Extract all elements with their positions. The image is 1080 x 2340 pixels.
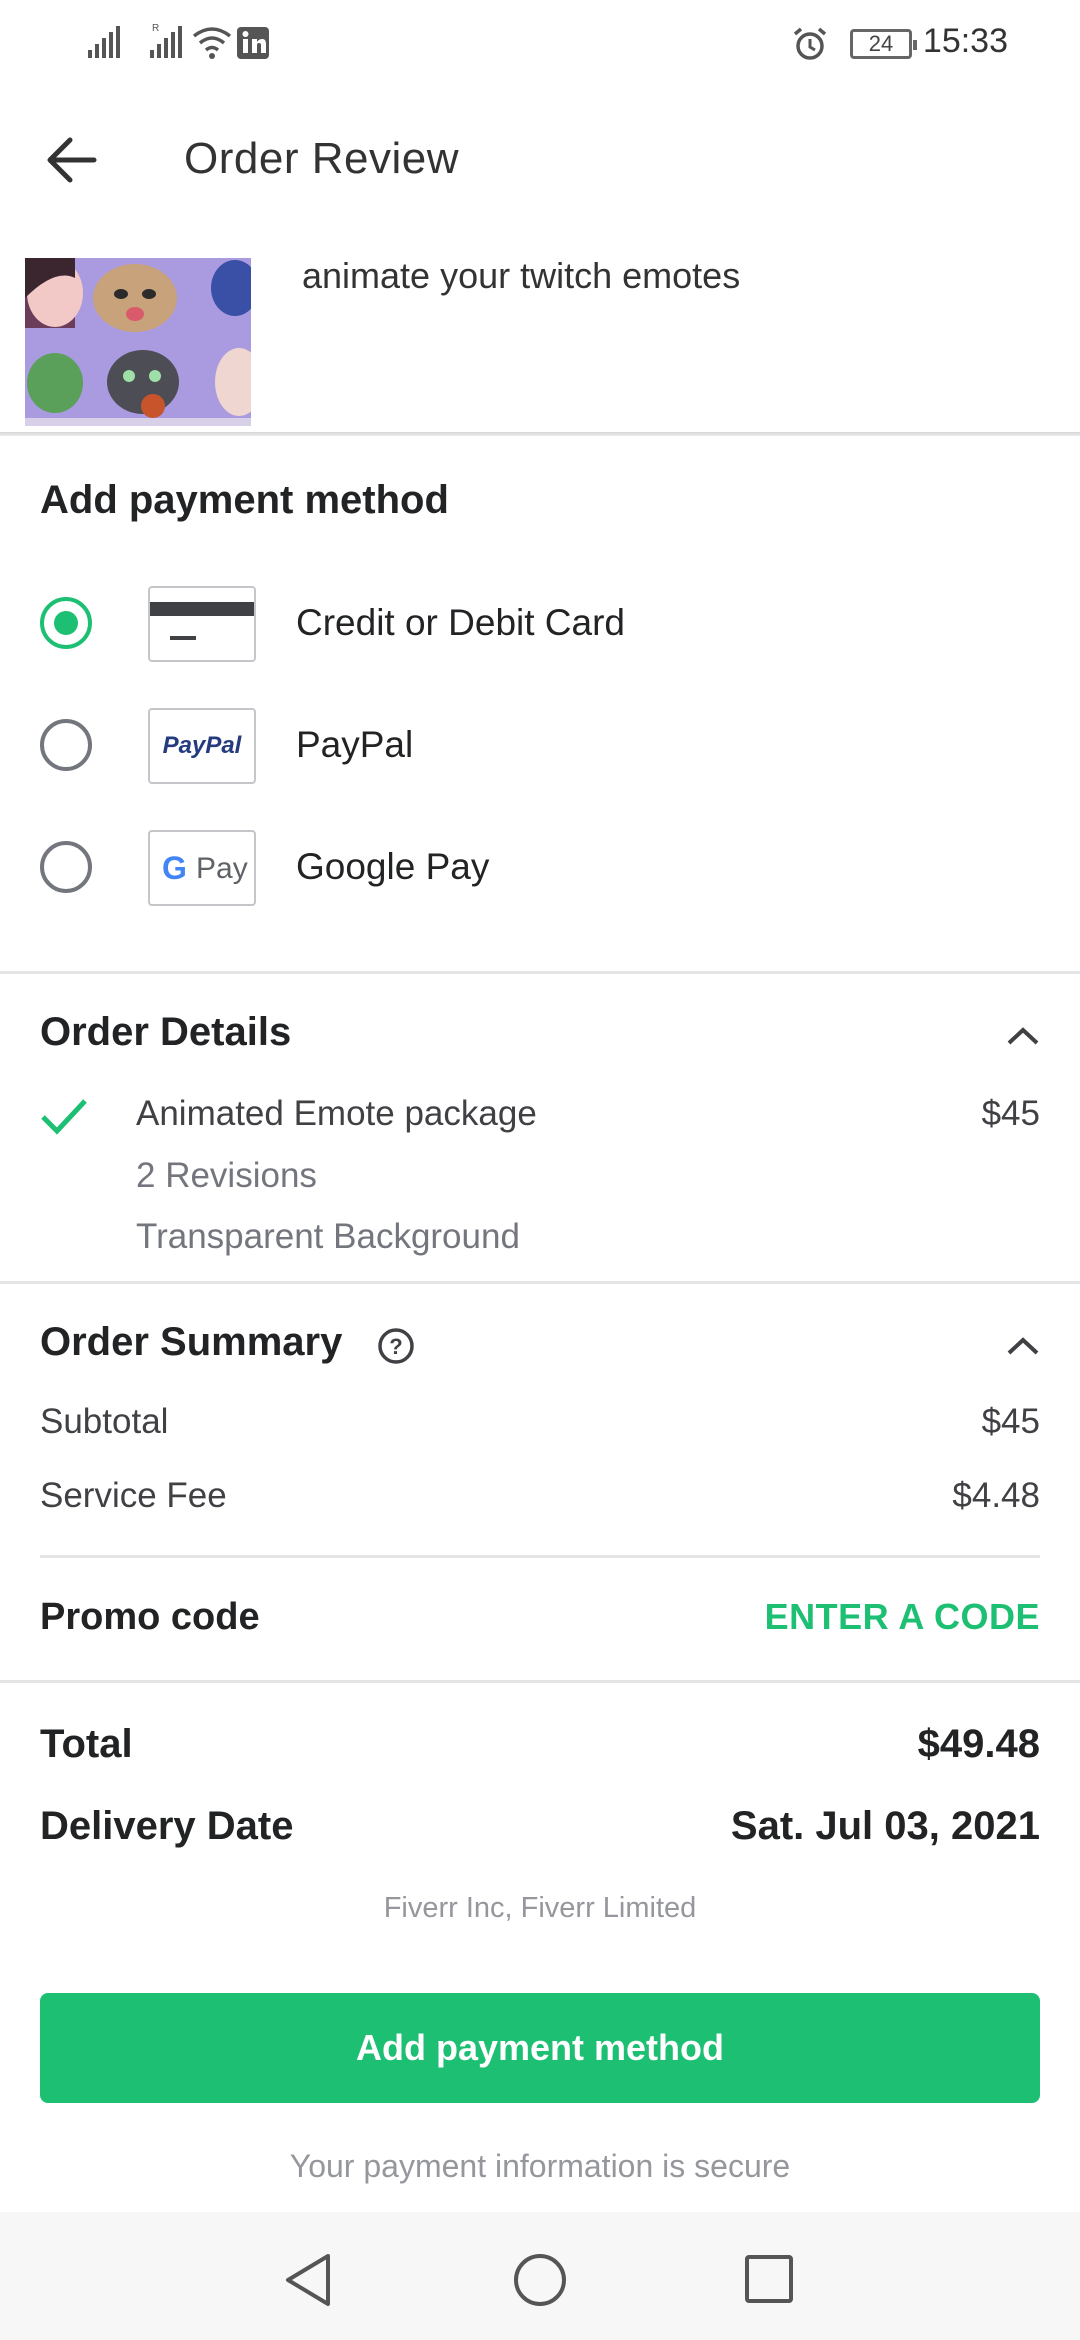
help-icon[interactable]: ? <box>376 1326 416 1366</box>
google-pay-logo: G Pay <box>148 830 256 906</box>
status-bar: R 24 15:33 <box>0 0 1080 90</box>
subtotal-label: Subtotal <box>40 1402 169 1441</box>
payment-option-label: PayPal <box>296 724 414 765</box>
payment-option-card[interactable]: Credit or Debit Card <box>0 576 1080 672</box>
package-price: $45 <box>981 1094 1040 1133</box>
paypal-logo: PayPal <box>148 708 256 784</box>
alarm-icon <box>793 27 827 60</box>
svg-text:R: R <box>152 23 159 34</box>
payment-option-label: Google Pay <box>296 846 490 887</box>
order-details-heading: Order Details <box>40 1010 292 1054</box>
add-payment-method-button[interactable]: Add payment method <box>40 1993 1040 2103</box>
gig-thumbnail <box>25 258 251 426</box>
svg-text:?: ? <box>389 1334 402 1359</box>
signal-roaming-icon: R <box>150 23 182 58</box>
divider <box>0 1281 1080 1284</box>
system-nav-bar <box>0 2212 1080 2340</box>
wifi-icon <box>192 27 232 59</box>
radio-googlepay[interactable] <box>40 841 92 893</box>
package-name: Animated Emote package <box>136 1094 537 1133</box>
battery-level: 24 <box>868 31 894 56</box>
feature-background: Transparent Background <box>136 1217 520 1256</box>
enter-code-link[interactable]: ENTER A CODE <box>765 1596 1040 1638</box>
linkedin-icon <box>237 27 269 59</box>
back-nav-icon[interactable] <box>282 2252 334 2308</box>
battery-icon: 24 <box>850 29 917 59</box>
promo-label: Promo code <box>40 1596 260 1638</box>
paypal-logo-text: PayPal <box>162 732 242 759</box>
chevron-up-icon[interactable] <box>1006 1336 1040 1356</box>
gpay-logo-text: Pay <box>196 852 248 885</box>
chevron-up-icon[interactable] <box>1006 1026 1040 1046</box>
signal-icon <box>88 26 120 58</box>
payment-heading: Add payment method <box>40 478 449 522</box>
order-summary-heading: Order Summary <box>40 1320 343 1364</box>
divider <box>0 1680 1080 1683</box>
check-icon <box>41 1099 87 1135</box>
total-label: Total <box>40 1722 133 1766</box>
payment-option-label: Credit or Debit Card <box>296 602 626 643</box>
gig-title: animate your twitch emotes <box>302 255 741 296</box>
secure-note: Your payment information is secure <box>289 2148 791 2184</box>
google-g-icon: G <box>162 850 187 886</box>
legal-text: Fiverr Inc, Fiverr Limited <box>383 1892 697 1924</box>
divider <box>0 971 1080 974</box>
divider <box>0 432 1080 436</box>
radio-paypal[interactable] <box>40 719 92 771</box>
payment-option-paypal[interactable]: PayPal PayPal <box>0 698 1080 794</box>
payment-option-googlepay[interactable]: G Pay Google Pay <box>0 820 1080 916</box>
delivery-value: Sat. Jul 03, 2021 <box>730 1804 1040 1848</box>
arrow-left-icon[interactable] <box>44 135 98 185</box>
credit-card-icon <box>148 586 256 662</box>
status-time: 15:33 <box>922 22 1008 60</box>
total-value: $49.48 <box>917 1722 1040 1766</box>
service-fee-value: $4.48 <box>952 1476 1040 1515</box>
feature-revisions: 2 Revisions <box>136 1156 317 1195</box>
home-nav-icon[interactable] <box>512 2252 568 2308</box>
delivery-label: Delivery Date <box>40 1804 294 1848</box>
subtotal-value: $45 <box>981 1402 1040 1441</box>
radio-card[interactable] <box>40 597 92 649</box>
page-title: Order Review <box>184 134 459 183</box>
recents-nav-icon[interactable] <box>744 2254 794 2304</box>
service-fee-label: Service Fee <box>40 1476 227 1515</box>
divider <box>40 1555 1040 1558</box>
